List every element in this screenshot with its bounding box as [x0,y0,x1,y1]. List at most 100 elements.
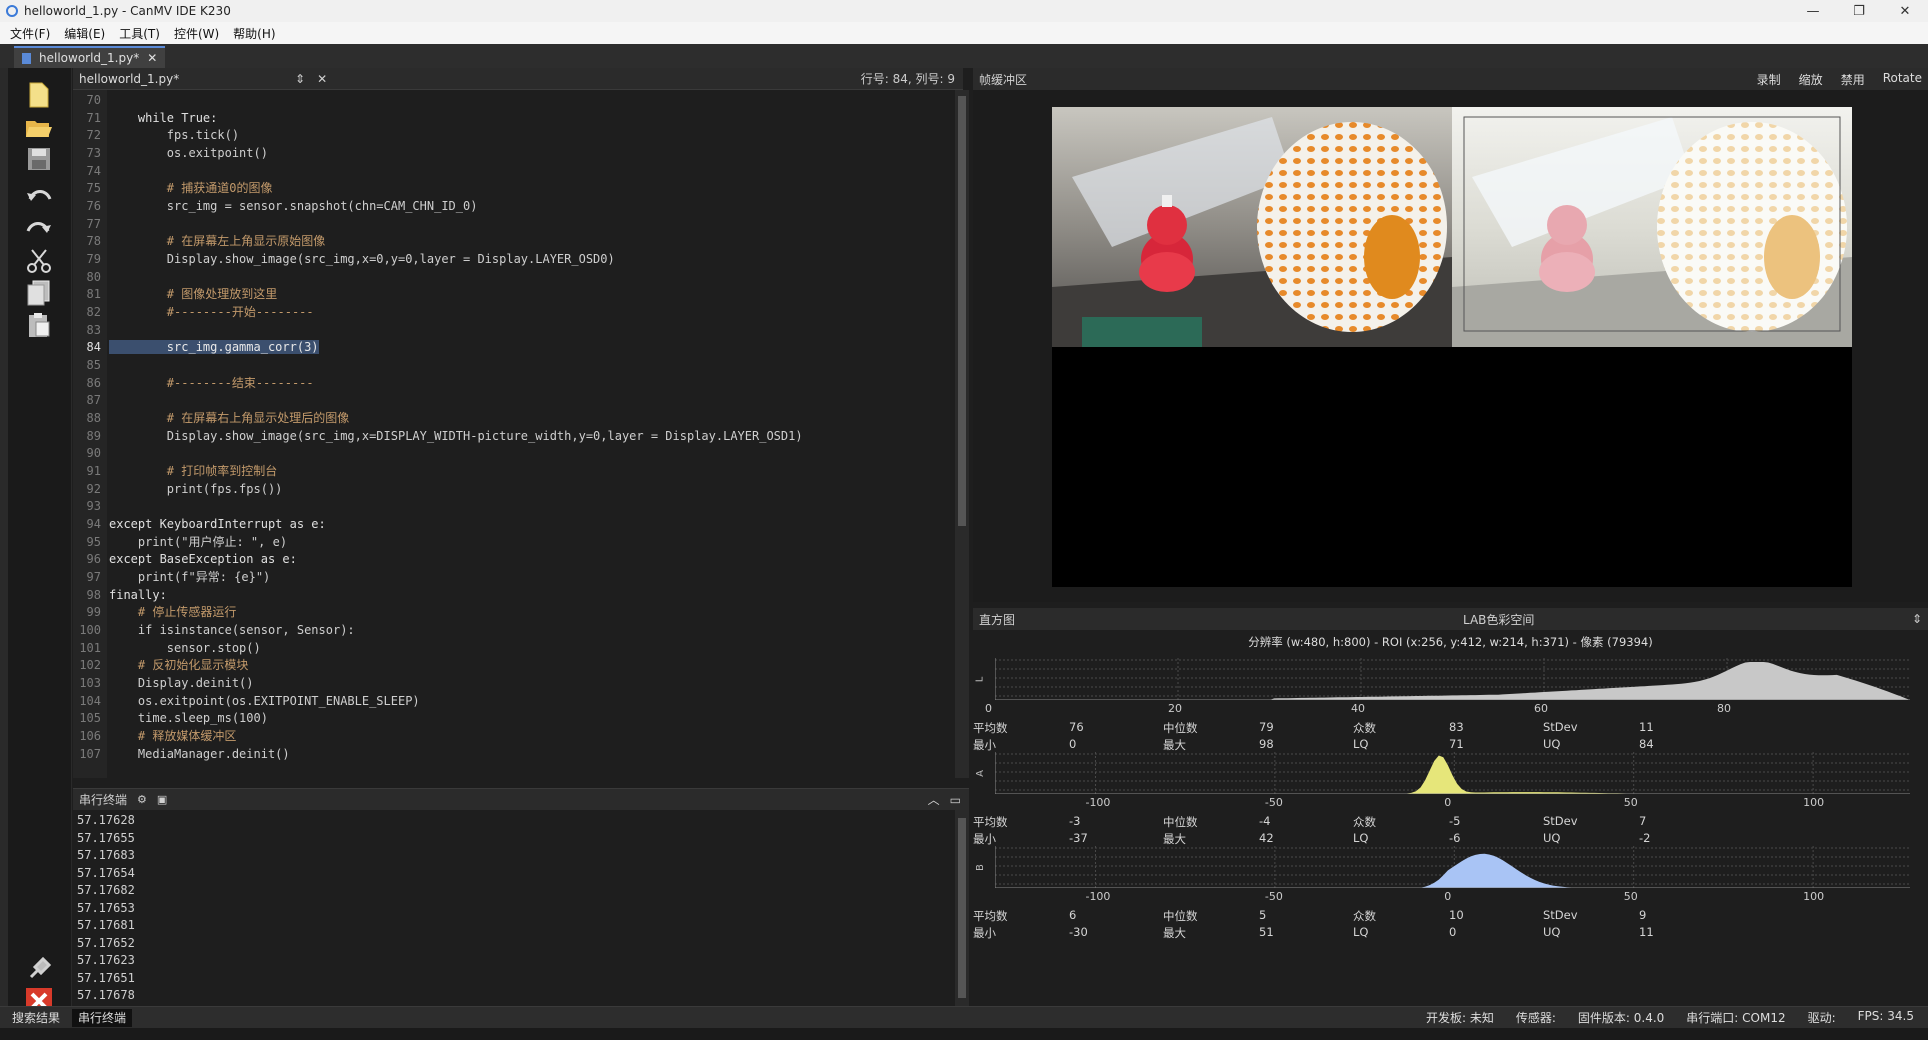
doc-tab[interactable]: helloworld_1.py* ✕ [14,46,166,68]
app-logo-icon [6,5,18,17]
terminal-save-icon[interactable]: ▣ [157,793,167,806]
collapse-terminal-icon[interactable]: ︿ [928,791,940,808]
code-line[interactable]: 74 [73,163,953,180]
code-line[interactable]: 101 sensor.stop() [73,640,953,657]
code-line[interactable]: 84 src_img.gamma_corr(3) [73,339,953,356]
axis-tick-label: -50 [1264,796,1283,809]
code-line[interactable]: 79 Display.show_image(src_img,x=0,y=0,la… [73,251,953,268]
tab-search-results[interactable]: 搜索结果 [6,1009,66,1027]
framebuffer-title: 帧缓冲区 [979,72,1028,87]
connect-icon[interactable] [24,954,54,984]
code-line[interactable]: 80 [73,269,953,286]
file-switch-icon[interactable]: ⇕ [295,72,305,86]
rotate-button[interactable]: Rotate [1883,71,1922,88]
code-line[interactable]: 71 while True: [73,110,953,127]
code-line[interactable]: 81 # 图像处理放到这里 [73,286,953,303]
code-line[interactable]: 76 src_img = sensor.snapshot(chn=CAM_CHN… [73,198,953,215]
menu-widgets[interactable]: 控件(W) [174,25,219,42]
code-line[interactable]: 92 print(fps.fps()) [73,481,953,498]
save-icon[interactable] [24,144,54,174]
stat-label: 中位数 [1163,909,1198,923]
open-folder-icon[interactable] [24,112,54,142]
line-number: 84 [86,340,101,355]
zoom-button[interactable]: 缩放 [1799,71,1823,88]
code-line[interactable]: 95 print("用户停止: ", e) [73,534,953,551]
code-line[interactable]: 93 [73,498,953,515]
code-line[interactable]: 91 # 打印帧率到控制台 [73,463,953,480]
code-line[interactable]: 105 time.sleep_ms(100) [73,710,953,727]
code-line[interactable]: 107 MediaManager.deinit() [73,746,953,763]
code-line[interactable]: 104 os.exitpoint(os.EXITPOINT_ENABLE_SLE… [73,693,953,710]
code-line[interactable]: 106 # 释放媒体缓冲区 [73,728,953,745]
code-line[interactable]: 86 #--------结束-------- [73,375,953,392]
code-line[interactable]: 97 print(f"异常: {e}") [73,569,953,586]
redo-icon[interactable] [24,214,54,244]
stat-value: 7 [1639,814,1647,828]
menu-help[interactable]: 帮助(H) [233,25,275,42]
serial-terminal[interactable]: 57.17628 57.17655 57.17683 57.17654 57.17682… [73,810,955,1006]
close-tab-icon[interactable]: ✕ [147,51,157,65]
float-terminal-icon[interactable]: ▭ [950,793,961,807]
disable-button[interactable]: 禁用 [1841,71,1865,88]
code-line[interactable]: 90 [73,445,953,462]
close-window-button[interactable]: ✕ [1882,4,1928,19]
code-line[interactable]: 72 fps.tick() [73,127,953,144]
terminal-line: 57.17683 [77,848,135,862]
line-number: 88 [86,411,101,426]
code-line[interactable]: 82 #--------开始-------- [73,304,953,321]
tab-serial-terminal[interactable]: 串行终端 [72,1008,133,1027]
code-editor[interactable]: 70 71 while True: 72 fps.tick() 73 os.exitp… [73,90,963,778]
histogram-header: 直方图 LAB色彩空间 ⇕ [973,608,1928,630]
undo-icon[interactable] [24,182,54,212]
code-line[interactable]: 89 Display.show_image(src_img,x=DISPLAY_… [73,428,953,445]
terminal-header: 串行终端 ⚙ ▣ ︿ ▭ [73,788,969,810]
code-line[interactable]: 73 os.exitpoint() [73,145,953,162]
menu-file[interactable]: 文件(F) [10,25,50,42]
code-line[interactable]: 98 finally: [73,587,953,604]
close-editor-icon[interactable]: ✕ [317,72,327,86]
menu-edit[interactable]: 编辑(E) [64,25,105,42]
code-text: #--------结束-------- [109,375,314,390]
menu-tools[interactable]: 工具(T) [119,25,160,42]
line-number: 72 [86,128,101,143]
channel-label: L [974,676,986,683]
code-line[interactable]: 88 # 在屏幕右上角显示处理后的图像 [73,410,953,427]
line-number: 89 [86,428,101,443]
stat-value: -2 [1639,831,1651,845]
code-line[interactable]: 70 [73,92,953,109]
stat-label: 中位数 [1163,815,1198,829]
minimize-button[interactable]: — [1790,4,1836,19]
code-line[interactable]: 77 [73,216,953,233]
color-space-select[interactable]: LAB色彩空间 [1463,611,1534,628]
editor-file-label[interactable]: helloworld_1.py* [79,72,289,86]
code-line[interactable]: 96 except BaseException as e: [73,551,953,568]
code-line[interactable]: 78 # 在屏幕左上角显示原始图像 [73,233,953,250]
code-line[interactable]: 102 # 反初始化显示模块 [73,657,953,674]
histogram-info: 分辨率 (w:480, h:800) - ROI (x:256, y:412, … [1248,635,1653,649]
terminal-title: 串行终端 [79,793,128,807]
code-line[interactable]: 85 [73,357,953,374]
code-text: os.exitpoint(os.EXITPOINT_ENABLE_SLEEP) [109,693,420,708]
code-line[interactable]: 87 [73,392,953,409]
terminal-settings-icon[interactable]: ⚙ [137,793,147,806]
code-line[interactable]: 83 [73,322,953,339]
line-number: 99 [86,605,101,620]
line-number: 75 [86,181,101,196]
maximize-button[interactable]: ❐ [1836,4,1882,19]
copy-icon[interactable] [24,278,54,308]
line-number: 80 [86,269,101,284]
code-line[interactable]: 94 except KeyboardInterrupt as e: [73,516,953,533]
paste-icon[interactable] [24,310,54,340]
code-line[interactable]: 75 # 捕获通道0的图像 [73,180,953,197]
code-text: MediaManager.deinit() [109,746,290,761]
cut-icon[interactable] [24,246,54,276]
code-line[interactable]: 100 if isinstance(sensor, Sensor): [73,622,953,639]
editor-scrollbar[interactable] [955,90,969,778]
code-line[interactable]: 103 Display.deinit() [73,675,953,692]
new-file-icon[interactable] [24,80,54,110]
code-line[interactable]: 99 # 停止传感器运行 [73,604,953,621]
record-button[interactable]: 录制 [1757,71,1781,88]
terminal-scrollbar[interactable] [955,810,969,1006]
stat-label: UQ [1543,737,1561,751]
color-space-chevron-icon[interactable]: ⇕ [1912,612,1922,626]
